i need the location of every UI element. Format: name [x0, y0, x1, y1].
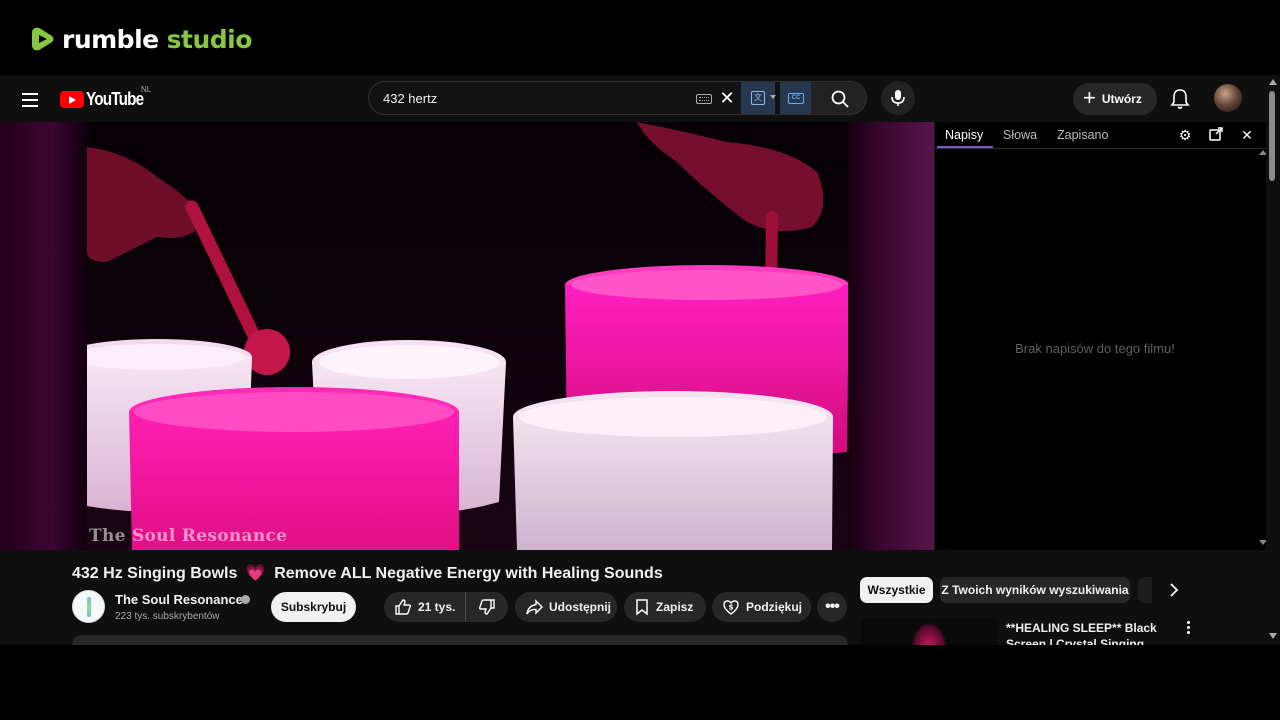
like-button[interactable]: 21 tys.	[384, 592, 466, 622]
video-player[interactable]: The Soul Resonance	[0, 122, 934, 550]
search-icon	[831, 90, 849, 108]
dislike-button[interactable]	[466, 592, 508, 622]
open-external-icon[interactable]	[1208, 127, 1224, 143]
rumble-play-icon	[32, 27, 54, 51]
active-tab-indicator	[937, 146, 993, 148]
recommendation-more-icon[interactable]	[1182, 621, 1194, 637]
rumble-word: rumble	[62, 24, 159, 54]
thumbs-down-icon	[478, 599, 495, 615]
chip-all[interactable]: Wszystkie	[860, 577, 933, 603]
recommendation-title[interactable]: **HEALING SLEEP** Black Screen | Crystal…	[1006, 620, 1166, 645]
video-title-part2: Remove ALL Negative Energy with Healing …	[274, 565, 663, 582]
masthead: YouTube NL 432 hertz ✕ 文 CC + Utwórz	[0, 75, 1266, 122]
clear-search-icon[interactable]: ✕	[719, 89, 735, 107]
country-code: NL	[141, 85, 152, 94]
rumble-studio-banner: rumble studio	[0, 0, 1280, 75]
create-button[interactable]: + Utwórz	[1073, 83, 1157, 115]
close-icon[interactable]: ✕	[1239, 127, 1255, 143]
youtube-logo-text: YouTube	[86, 89, 144, 109]
ambient-blur-right	[848, 122, 934, 550]
captions-extension-icon[interactable]: CC	[780, 82, 812, 114]
account-avatar[interactable]	[1214, 84, 1242, 112]
video-title: 432 Hz Singing Bowls 💗 Remove ALL Negati…	[72, 563, 663, 583]
settings-gear-icon[interactable]: ⚙	[1177, 127, 1193, 143]
youtube-logo[interactable]: YouTube NL	[60, 85, 153, 110]
plus-icon: +	[1083, 85, 1096, 110]
thumbs-up-icon	[395, 599, 412, 615]
more-actions-icon[interactable]: •••	[817, 592, 847, 622]
search-query: 432 hertz	[383, 91, 438, 106]
tab-slowa[interactable]: Słowa	[1003, 128, 1037, 142]
share-icon	[526, 599, 543, 615]
share-label: Udostępnij	[549, 600, 611, 614]
ambient-blur-left	[0, 122, 87, 550]
video-frame-image	[87, 122, 848, 550]
subscribe-button[interactable]: Subskrybuj	[271, 592, 356, 622]
thanks-label: Podziękuj	[746, 600, 803, 614]
microphone-icon	[891, 90, 905, 106]
transcript-tabs: Napisy Słowa Zapisano ⚙ ✕	[935, 122, 1267, 149]
share-button[interactable]: Udostępnij	[515, 592, 617, 622]
youtube-play-icon	[60, 91, 84, 108]
chip-from-search[interactable]: Z Twoich wyników wyszukiwania	[940, 577, 1130, 603]
channel-avatar[interactable]	[72, 590, 105, 623]
save-button[interactable]: Zapisz	[624, 592, 706, 622]
search-input[interactable]: 432 hertz ✕ 文 CC	[368, 81, 812, 115]
like-dislike-group: 21 tys.	[384, 592, 508, 622]
search-button[interactable]	[811, 81, 867, 115]
video-frame[interactable]: The Soul Resonance	[87, 122, 848, 550]
subscriber-count: 223 tys. subskrybentów	[115, 611, 220, 622]
thanks-button[interactable]: $ Podziękuj	[712, 592, 811, 622]
page-scrollbar[interactable]	[1266, 75, 1280, 645]
youtube-window: YouTube NL 432 hertz ✕ 文 CC + Utwórz The…	[0, 75, 1280, 645]
recommendation-thumbnail[interactable]	[861, 618, 998, 645]
bottom-letterbox	[0, 645, 1280, 720]
scrollbar-thumb[interactable]	[1269, 91, 1275, 181]
scroll-up-arrow-icon[interactable]	[1269, 79, 1277, 85]
transcript-empty-message: Brak napisów do tego filmu!	[1015, 341, 1175, 356]
chevron-right-icon[interactable]	[1166, 582, 1182, 598]
svg-text:$: $	[729, 604, 734, 612]
hamburger-menu-icon[interactable]	[18, 87, 42, 111]
rumble-studio-logo: rumble studio	[30, 24, 252, 54]
thanks-heart-icon: $	[723, 600, 739, 615]
create-label: Utwórz	[1101, 92, 1142, 106]
notifications-bell-icon[interactable]	[1168, 87, 1192, 111]
like-count: 21 tys.	[418, 600, 456, 614]
save-label: Zapisz	[656, 600, 694, 614]
verified-badge-icon	[241, 595, 250, 604]
description-box[interactable]	[72, 635, 848, 645]
keyboard-icon[interactable]	[696, 94, 712, 104]
chevron-down-icon[interactable]	[770, 95, 776, 99]
scroll-down-arrow-icon[interactable]	[1269, 633, 1277, 639]
transcript-panel: Napisy Słowa Zapisano ⚙ ✕ Brak napisów d…	[934, 122, 1267, 550]
studio-word: studio	[166, 24, 253, 54]
voice-search-button[interactable]	[881, 81, 915, 115]
bookmark-icon	[636, 599, 648, 616]
channel-name[interactable]: The Soul Resonance	[115, 592, 243, 607]
tab-zapisano[interactable]: Zapisano	[1057, 128, 1108, 142]
tab-napisy[interactable]: Napisy	[945, 128, 983, 142]
chip-overflow	[1138, 577, 1152, 603]
video-title-part1: 432 Hz Singing Bowls	[72, 565, 238, 582]
heart-emoji: 💗	[245, 565, 266, 582]
video-watermark: The Soul Resonance	[89, 526, 288, 546]
